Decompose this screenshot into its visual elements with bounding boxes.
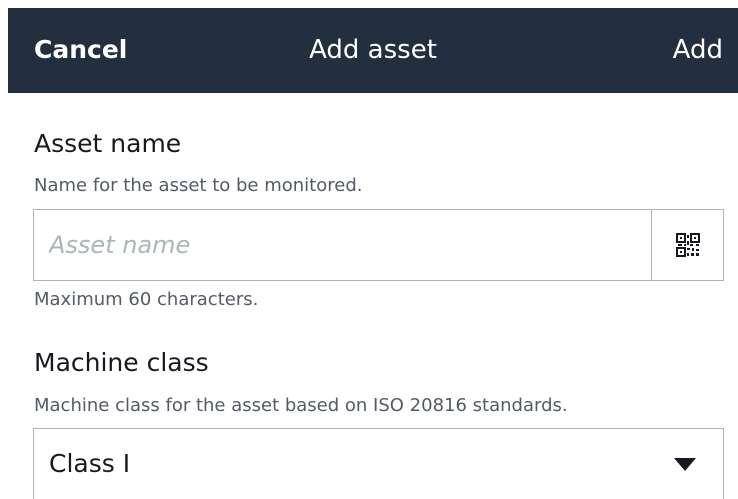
top-bar: Cancel Add asset Add <box>8 8 738 93</box>
scan-qr-button[interactable] <box>651 210 723 280</box>
add-button[interactable]: Add <box>673 32 723 68</box>
cancel-button[interactable]: Cancel <box>34 32 127 68</box>
asset-name-hint: Maximum 60 characters. <box>34 289 259 310</box>
machine-class-select[interactable]: Class I <box>33 428 724 499</box>
caret-down-icon <box>674 458 696 471</box>
asset-name-label: Asset name <box>34 129 182 158</box>
asset-name-description: Name for the asset to be monitored. <box>34 175 363 196</box>
add-asset-screen: Cancel Add asset Add Asset name Name for… <box>0 0 738 499</box>
machine-class-label: Machine class <box>34 348 209 377</box>
asset-name-field <box>33 209 724 281</box>
qr-code-icon <box>675 233 700 257</box>
asset-name-input[interactable] <box>34 210 651 280</box>
machine-class-description: Machine class for the asset based on ISO… <box>34 395 568 416</box>
machine-class-selected-value: Class I <box>49 449 131 478</box>
